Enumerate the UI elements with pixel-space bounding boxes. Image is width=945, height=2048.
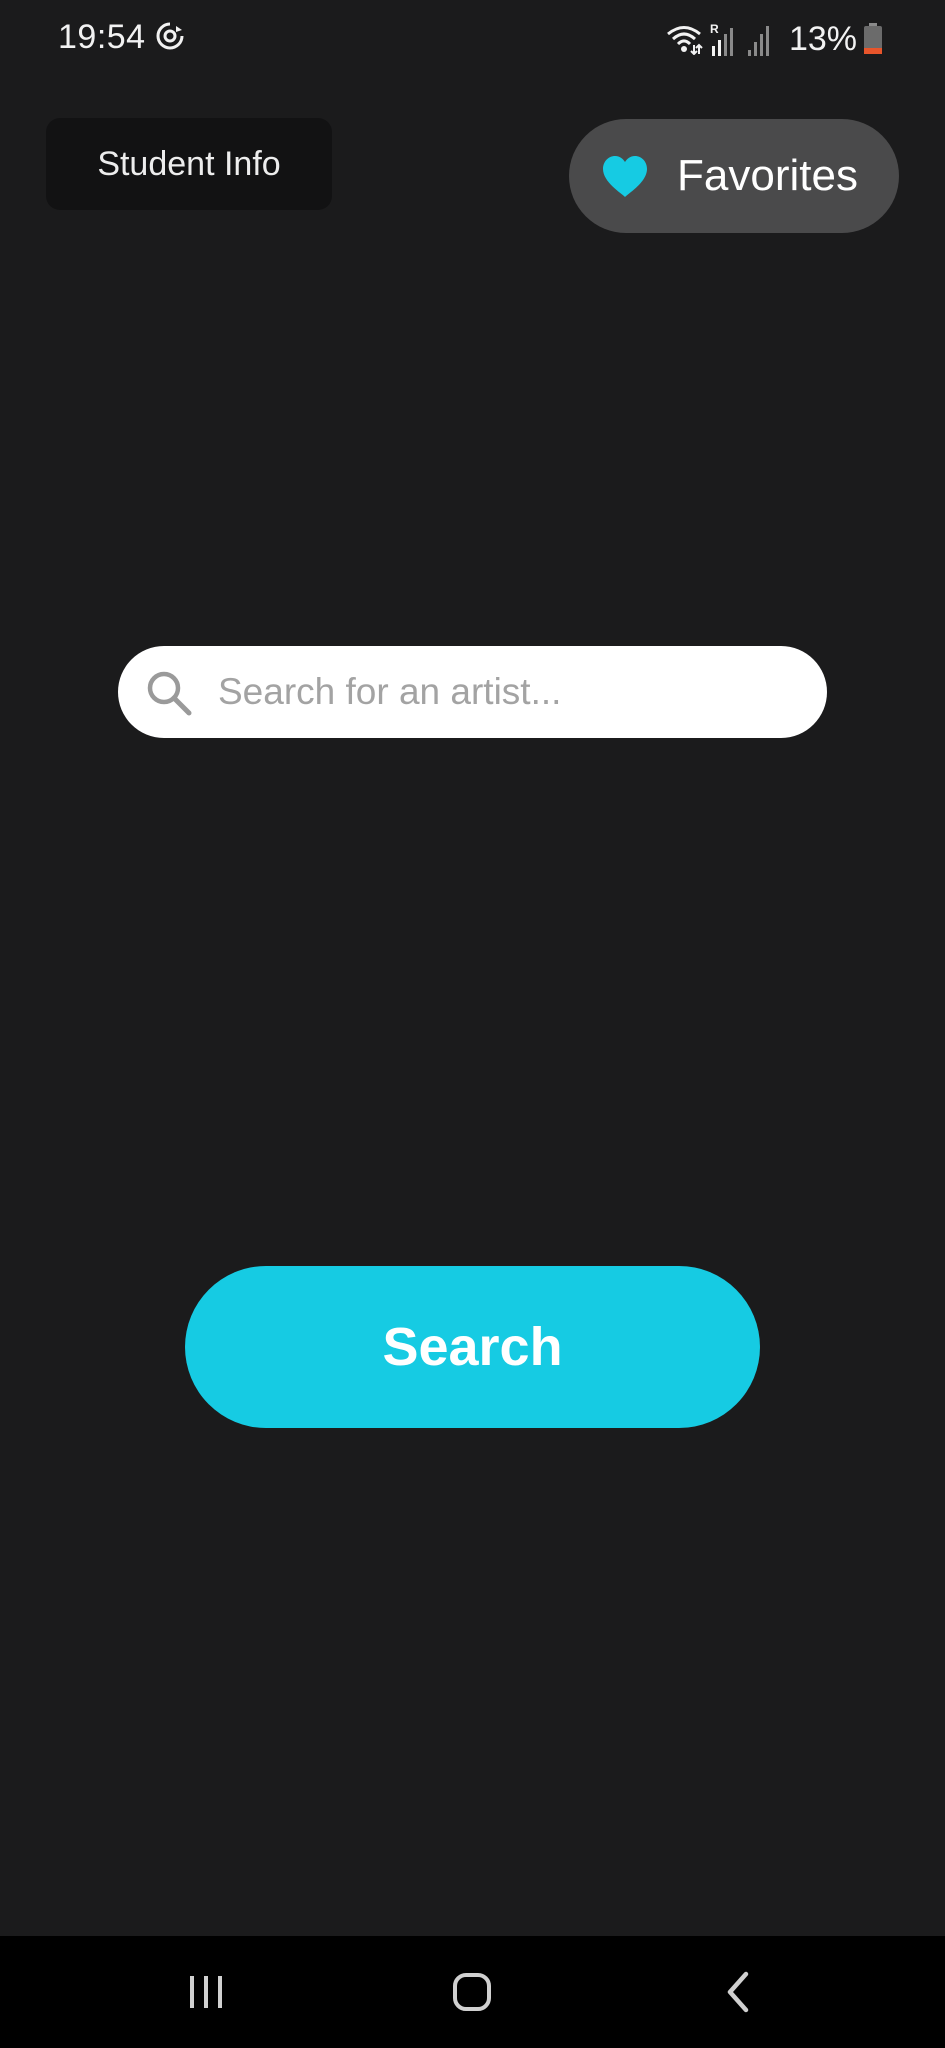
status-bar: 19:54 R 13% <box>0 0 945 76</box>
wifi-icon <box>666 26 703 55</box>
back-icon[interactable] <box>708 1964 768 2020</box>
recent-apps-icon[interactable] <box>176 1964 236 2020</box>
student-info-label: Student Info <box>97 144 281 183</box>
status-icons: R 13% <box>665 18 889 60</box>
search-icon <box>147 671 192 716</box>
signal-icon <box>747 26 769 56</box>
favorites-button[interactable]: Favorites <box>569 119 899 233</box>
student-info-button[interactable]: Student Info <box>46 118 332 210</box>
navigation-bar <box>0 1936 945 2048</box>
favorites-label: Favorites <box>677 151 858 200</box>
search-button[interactable]: Search <box>185 1266 760 1428</box>
svg-text:R: R <box>710 22 719 36</box>
search-button-label: Search <box>382 1317 563 1377</box>
battery-icon <box>864 23 882 54</box>
search-field[interactable] <box>118 646 827 738</box>
sync-icon <box>156 22 184 50</box>
status-time: 19:54 <box>58 18 146 56</box>
roaming-signal-icon: R <box>710 22 733 56</box>
battery-percent: 13% <box>788 20 857 58</box>
heart-icon <box>603 156 647 197</box>
home-icon[interactable] <box>440 1964 504 2020</box>
search-input[interactable] <box>218 646 798 738</box>
